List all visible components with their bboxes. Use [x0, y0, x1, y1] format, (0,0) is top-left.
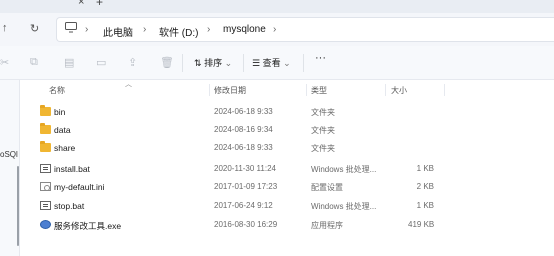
chevron-down-icon: ⌄: [283, 58, 291, 68]
file-name: my-default.ini: [54, 182, 105, 192]
file-name: install.bat: [54, 164, 90, 174]
file-name: bin: [54, 107, 66, 117]
settings-file-icon: [40, 182, 51, 191]
navigation-bar: ↑ ↻ › 此电脑 › 软件 (D:) › mysqlone ›: [0, 13, 554, 46]
more-options-button[interactable]: ···: [315, 52, 326, 64]
file-list: ︿ 名称 修改日期 类型 大小 bin 2024-06-18 9:33 文件夹 …: [20, 80, 554, 256]
sort-button[interactable]: ⇅ 排序 ⌄: [194, 56, 232, 69]
file-size: 1 KB: [416, 201, 434, 210]
file-date: 2020-11-30 11:24: [214, 164, 276, 173]
refresh-icon[interactable]: ↻: [30, 22, 39, 35]
rename-icon[interactable]: ▭: [96, 56, 106, 69]
file-date: 2024-06-18 9:33: [214, 143, 273, 152]
file-row[interactable]: share 2024-06-18 9:33 文件夹: [20, 139, 554, 157]
file-date: 2024-08-16 9:34: [214, 125, 273, 134]
file-type: 文件夹: [311, 108, 335, 117]
sort-icon: ⇅: [194, 58, 202, 68]
up-arrow-icon[interactable]: ↑: [2, 22, 8, 34]
address-bar[interactable]: › 此电脑 › 软件 (D:) › mysqlone ›: [56, 17, 554, 42]
file-row[interactable]: install.bat 2020-11-30 11:24 Windows 批处理…: [20, 160, 554, 178]
file-name: data: [54, 125, 71, 135]
sidebar-item-label[interactable]: oSQl: [0, 150, 18, 159]
file-size: 2 KB: [416, 182, 434, 191]
column-header-date[interactable]: 修改日期: [214, 85, 246, 96]
file-size: 419 KB: [408, 220, 435, 229]
sort-caret-icon: ︿: [125, 81, 132, 88]
breadcrumb-separator: ›: [273, 24, 277, 35]
share-icon[interactable]: ⇪: [128, 56, 137, 69]
new-tab-button[interactable]: +: [96, 0, 103, 9]
navigation-pane: oSQl: [0, 80, 20, 256]
column-header-name[interactable]: 名称: [49, 85, 65, 96]
chevron-down-icon: ⌄: [224, 58, 233, 68]
breadcrumb-this-pc[interactable]: 此电脑: [103, 24, 133, 39]
command-bar: ✂ ⧉ ▤ ▭ ⇪ 🗑 ⇅ 排序 ⌄ ☰ 查看 ⌄ ···: [0, 46, 554, 80]
file-type: 配置设置: [311, 183, 343, 192]
column-header-size[interactable]: 大小: [391, 85, 407, 96]
breadcrumb-drive-d[interactable]: 软件 (D:): [159, 24, 198, 39]
column-divider[interactable]: [444, 84, 445, 96]
breadcrumb-separator: ›: [143, 24, 147, 35]
breadcrumb-mysqlone[interactable]: mysqlone: [223, 24, 266, 35]
toolbar-divider: [303, 54, 304, 72]
column-header-type[interactable]: 类型: [311, 85, 327, 96]
file-type: 文件夹: [311, 126, 335, 135]
toolbar-divider: [243, 54, 244, 72]
folder-icon: [40, 141, 51, 152]
view-icon: ☰: [252, 58, 261, 68]
file-row[interactable]: stop.bat 2017-06-24 9:12 Windows 批处理... …: [20, 197, 554, 215]
file-size: 1 KB: [416, 164, 434, 173]
file-name: stop.bat: [54, 201, 85, 211]
file-row[interactable]: 服务修改工具.exe 2016-08-30 16:29 应用程序 419 KB: [20, 216, 554, 234]
file-name: share: [54, 143, 76, 153]
monitor-icon: [65, 22, 77, 36]
toolbar-divider: [182, 54, 183, 72]
column-divider[interactable]: [306, 84, 307, 96]
file-row[interactable]: my-default.ini 2017-01-09 17:23 配置设置 2 K…: [20, 178, 554, 196]
cut-icon[interactable]: ✂: [0, 56, 9, 69]
file-date: 2024-06-18 9:33: [214, 107, 273, 116]
batch-file-icon: [40, 164, 51, 173]
file-type: 应用程序: [311, 221, 343, 230]
batch-file-icon: [40, 201, 51, 210]
file-date: 2017-01-09 17:23: [214, 182, 278, 191]
tab-strip: × +: [0, 0, 554, 13]
gear-icon: [40, 220, 51, 229]
paste-icon[interactable]: ▤: [64, 56, 74, 69]
file-type: 文件夹: [311, 144, 335, 153]
file-type: Windows 批处理...: [311, 165, 377, 174]
file-name: 服务修改工具.exe: [54, 221, 122, 231]
breadcrumb-separator: ›: [85, 24, 89, 35]
folder-icon: [40, 105, 51, 116]
column-divider[interactable]: [209, 84, 210, 96]
file-type: Windows 批处理...: [311, 202, 377, 211]
file-date: 2017-06-24 9:12: [214, 201, 273, 210]
delete-icon[interactable]: 🗑: [160, 56, 174, 69]
copy-icon[interactable]: ⧉: [30, 56, 38, 69]
view-button[interactable]: ☰ 查看 ⌄: [252, 56, 291, 69]
folder-icon: [40, 123, 51, 134]
file-date: 2016-08-30 16:29: [214, 220, 278, 229]
file-row[interactable]: bin 2024-06-18 9:33 文件夹: [20, 103, 554, 121]
sidebar-scrollbar[interactable]: [17, 166, 19, 246]
file-row[interactable]: data 2024-08-16 9:34 文件夹: [20, 121, 554, 139]
column-divider[interactable]: [385, 84, 386, 96]
breadcrumb-separator: ›: [207, 24, 211, 35]
close-tab-button[interactable]: ×: [78, 0, 84, 8]
